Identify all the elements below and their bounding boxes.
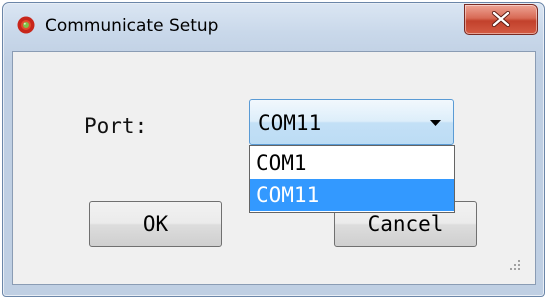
close-button[interactable] xyxy=(464,4,538,35)
resize-grip-icon[interactable] xyxy=(510,260,520,270)
app-icon xyxy=(17,16,35,34)
window-title: Communicate Setup xyxy=(45,16,219,36)
port-select-value: COM11 xyxy=(258,111,322,135)
port-label: Port: xyxy=(84,114,148,138)
port-dropdown-list: COM1 COM11 xyxy=(249,145,455,213)
port-option-com1[interactable]: COM1 xyxy=(250,147,454,179)
close-icon xyxy=(491,11,511,27)
port-select[interactable]: COM11 xyxy=(249,99,454,145)
ok-button[interactable]: OK xyxy=(89,201,222,247)
chevron-down-icon[interactable] xyxy=(430,120,441,126)
port-option-com11[interactable]: COM11 xyxy=(250,179,454,211)
